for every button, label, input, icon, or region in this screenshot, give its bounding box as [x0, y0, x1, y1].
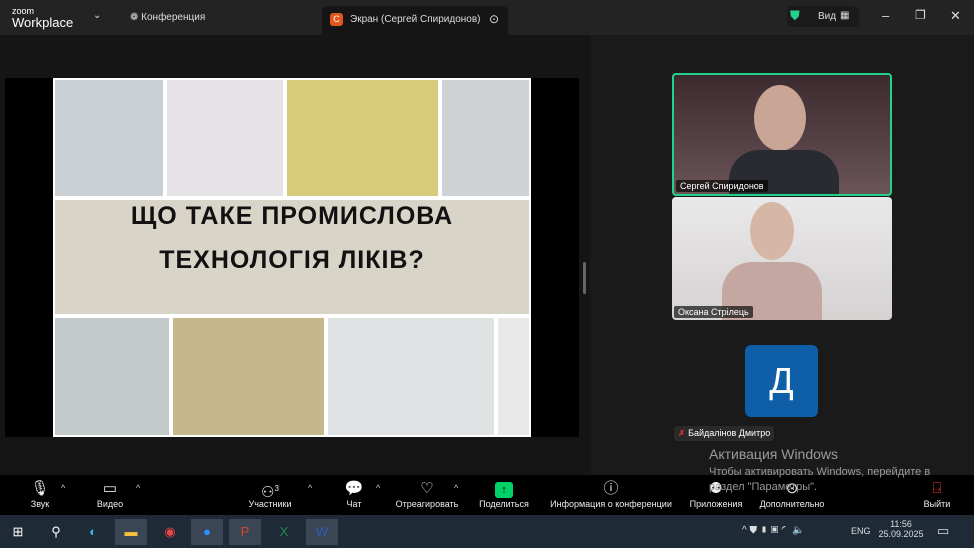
- leave-label: Выйти: [923, 499, 951, 509]
- word-icon[interactable]: W: [306, 519, 338, 545]
- microphone-icon: 🎙: [30, 480, 50, 497]
- zoom-logo: zoom Workplace: [12, 5, 73, 29]
- windows-taskbar: ⊞ ⚲ ◐ ▬ ◉ ● P X W ^ ⛊ ▮ ▣ ◜ 🔈 ENG 11:56 2…: [0, 515, 974, 548]
- react-button[interactable]: ♡ Отреагировать: [392, 479, 462, 509]
- avatar: Д: [745, 345, 818, 417]
- chevron-down-icon[interactable]: ⌄: [93, 10, 101, 21]
- chat-button[interactable]: 💬 Чат: [340, 479, 368, 509]
- react-label: Отреагировать: [395, 499, 459, 509]
- video-label: Видео: [96, 499, 124, 509]
- shield-icon: ⛊: [790, 8, 800, 23]
- participants-button[interactable]: ⚇3 Участники: [245, 479, 295, 509]
- chat-options-caret[interactable]: ^: [376, 483, 380, 493]
- apps-label: Приложения: [689, 499, 743, 509]
- chrome-icon[interactable]: ◉: [154, 519, 186, 545]
- presenter-badge: С: [330, 13, 343, 26]
- video-tile[interactable]: Оксана Стрілець: [672, 197, 892, 320]
- participant-name: Байдалінов Дмитро: [688, 428, 771, 438]
- time: 11:56: [890, 519, 912, 529]
- windows-start-icon[interactable]: ⊞: [2, 519, 34, 545]
- presentation-slide: ЩО ТАКЕ ПРОМИСЛОВА ТЕХНОЛОГІЯ ЛІКІВ?: [53, 78, 531, 437]
- participants-label: Участники: [248, 499, 292, 509]
- search-icon[interactable]: ⚲: [40, 519, 72, 545]
- title-bar: zoom Workplace ⌄ ❁ Конференция С Экран (С…: [0, 0, 974, 35]
- meeting-info-button[interactable]: ⓘ Информация о конференции: [545, 479, 677, 509]
- date: 25.09.2025: [878, 529, 924, 539]
- edge-icon[interactable]: ◐: [77, 519, 109, 545]
- slide-title-line2: ТЕХНОЛОГІЯ ЛІКІВ?: [159, 246, 425, 274]
- chat-label: Чат: [346, 499, 362, 509]
- file-explorer-icon[interactable]: ▬: [115, 519, 147, 545]
- react-options-caret[interactable]: ^: [454, 483, 458, 493]
- system-tray-icons[interactable]: ^ ⛊ ▮ ▣ ◜ 🔈: [742, 525, 805, 536]
- info-icon: ⓘ: [603, 480, 619, 497]
- video-tile-speaker[interactable]: Сергей Спиридонов: [672, 73, 892, 196]
- excel-icon[interactable]: X: [268, 519, 300, 545]
- meeting-tab[interactable]: ❁ Конференция: [130, 12, 205, 23]
- minimize-button[interactable]: –: [882, 8, 889, 23]
- notifications-icon[interactable]: ▭: [937, 523, 949, 539]
- activation-watermark-text: Чтобы активировать Windows, перейдите в …: [709, 466, 931, 493]
- view-button[interactable]: ⛊ Вид ▦: [787, 6, 859, 27]
- mic-muted-icon: ✗: [678, 428, 686, 438]
- view-label: Вид: [818, 11, 837, 22]
- participants-options-caret[interactable]: ^: [308, 483, 312, 493]
- slide-title-line1: ЩО ТАКЕ ПРОМИСЛОВА: [130, 202, 454, 230]
- meeting-label: Конференция: [141, 12, 206, 23]
- language-indicator[interactable]: ENG: [851, 526, 871, 536]
- splitter-handle[interactable]: [583, 262, 586, 294]
- restore-button[interactable]: ❐: [915, 8, 926, 22]
- heart-icon: ♡: [420, 480, 434, 497]
- share-label: Поделиться: [479, 499, 529, 509]
- participants-count: 3: [274, 484, 279, 493]
- zoom-icon[interactable]: ●: [191, 519, 223, 545]
- paw-icon: ❁: [130, 12, 139, 23]
- video-options-caret[interactable]: ^: [136, 483, 140, 493]
- participant-name: Сергей Спиридонов: [676, 180, 768, 192]
- camera-icon: ▭: [102, 480, 118, 497]
- audio-label: Звук: [30, 499, 50, 509]
- participant-video: [750, 202, 794, 260]
- share-button[interactable]: ↑ Поделиться: [476, 479, 532, 509]
- activation-watermark-title: Активация Windows: [709, 446, 839, 462]
- chat-icon: 💬: [344, 480, 364, 497]
- audio-button[interactable]: 🎙 Звук: [26, 479, 54, 509]
- screen-share-tab[interactable]: С Экран (Сергей Спиридонов) ⊙: [322, 6, 508, 35]
- participant-video: [754, 85, 806, 151]
- info-label: Информация о конференции: [550, 499, 672, 509]
- participant-name: Оксана Стрілець: [674, 306, 753, 318]
- clock[interactable]: 11:56 25.09.2025: [878, 519, 924, 539]
- video-button[interactable]: ▭ Видео: [92, 479, 128, 509]
- participant-name-tag: ✗ Байдалінов Дмитро: [674, 426, 775, 441]
- grid-icon: ▦: [840, 10, 850, 21]
- share-arrow-icon: ↑: [495, 482, 513, 498]
- more-label: Дополнительно: [759, 499, 825, 509]
- powerpoint-icon[interactable]: P: [229, 519, 261, 545]
- close-button[interactable]: ✕: [950, 8, 961, 24]
- logo-big: Workplace: [12, 15, 74, 30]
- screen-tab-label: Экран (Сергей Спиридонов): [350, 14, 481, 25]
- more-options-icon[interactable]: ⊙: [489, 12, 499, 26]
- audio-options-caret[interactable]: ^: [61, 483, 65, 493]
